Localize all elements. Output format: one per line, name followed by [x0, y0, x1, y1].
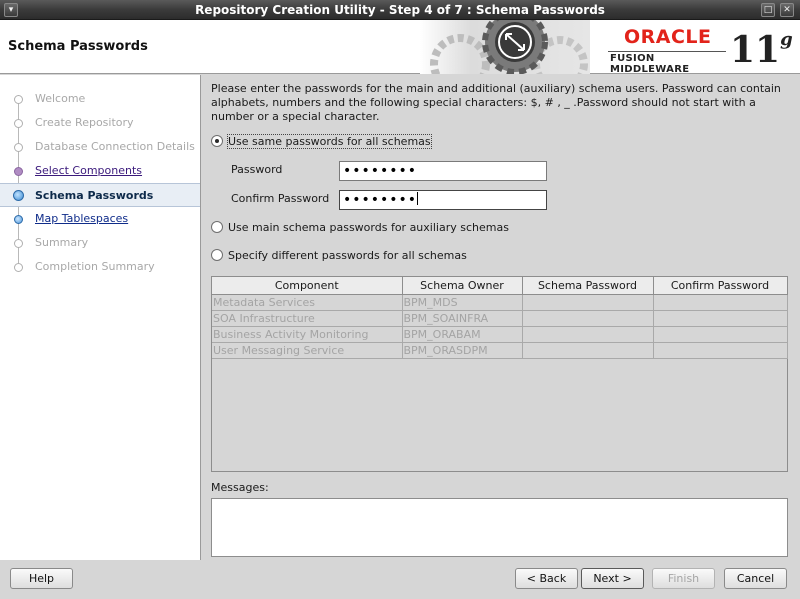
nav-step-map-tablespaces[interactable]: Map Tablespaces	[0, 207, 200, 231]
version-logo: 11g	[730, 29, 793, 71]
nav-step-create-repository: Create Repository	[0, 111, 200, 135]
cancel-button[interactable]: Cancel	[724, 568, 787, 589]
table-row: User Messaging Service BPM_ORASDPM	[212, 341, 788, 359]
instructions-text: Please enter the passwords for the main …	[211, 82, 781, 123]
help-button[interactable]: Help	[10, 568, 73, 589]
main-content: Please enter the passwords for the main …	[202, 75, 800, 560]
window-menu-icon[interactable]: ▾	[4, 3, 18, 17]
cell-schema-password	[521, 341, 654, 359]
back-button[interactable]: < Back	[515, 568, 578, 589]
column-header-schema-owner[interactable]: Schema Owner	[401, 277, 523, 295]
table-header-row: Component Schema Owner Schema Password C…	[212, 277, 788, 295]
radio-unselected-icon	[211, 221, 223, 233]
cell-component: SOA Infrastructure	[212, 309, 403, 327]
window-title: Repository Creation Utility - Step 4 of …	[195, 3, 605, 17]
nav-step-summary: Summary	[0, 231, 200, 255]
step-current-icon	[13, 190, 24, 201]
cell-confirm-password	[652, 325, 788, 343]
cell-confirm-password	[652, 341, 788, 359]
confirm-password-label: Confirm Password	[231, 192, 330, 205]
table-row: Metadata Services BPM_MDS	[212, 293, 788, 311]
radio-unselected-icon	[211, 249, 223, 261]
window-title-bar: Repository Creation Utility - Step 4 of …	[0, 0, 800, 20]
table-row: Business Activity Monitoring BPM_ORABAM	[212, 325, 788, 343]
radio-selected-icon	[211, 135, 223, 147]
oracle-brand: ORACLE	[624, 26, 712, 48]
step-indicator-icon	[14, 119, 23, 128]
nav-step-select-components[interactable]: Select Components	[0, 159, 200, 183]
gear-graphic-icon	[420, 20, 590, 74]
nav-step-completion-summary: Completion Summary	[0, 255, 200, 279]
cell-confirm-password	[652, 293, 788, 311]
cell-component: Business Activity Monitoring	[212, 325, 403, 343]
step-indicator-icon	[14, 215, 23, 224]
maximize-icon[interactable]: □	[761, 3, 775, 17]
messages-area[interactable]	[211, 498, 788, 557]
next-button[interactable]: Next >	[581, 568, 644, 589]
cell-confirm-password	[652, 309, 788, 327]
cell-component: Metadata Services	[212, 293, 403, 311]
step-indicator-icon	[14, 143, 23, 152]
radio-same-passwords[interactable]: Use same passwords for all schemas	[211, 134, 432, 150]
password-label: Password	[231, 163, 283, 176]
finish-button[interactable]: Finish	[652, 568, 715, 589]
page-title: Schema Passwords	[8, 39, 148, 54]
radio-main-schema-passwords[interactable]: Use main schema passwords for auxiliary …	[211, 220, 509, 236]
step-indicator-icon	[14, 95, 23, 104]
messages-label: Messages:	[211, 481, 269, 494]
cell-schema-owner: BPM_ORASDPM	[401, 341, 523, 359]
cell-schema-owner: BPM_MDS	[401, 293, 523, 311]
step-indicator-icon	[14, 239, 23, 248]
table-row: SOA Infrastructure BPM_SOAINFRA	[212, 309, 788, 327]
step-indicator-icon	[14, 167, 23, 176]
oracle-logo: ORACLE FUSION MIDDLEWARE	[608, 26, 726, 75]
confirm-password-input[interactable]: ••••••••	[339, 190, 547, 210]
cell-schema-owner: BPM_SOAINFRA	[401, 309, 523, 327]
cell-schema-password	[521, 325, 654, 343]
close-icon[interactable]: ✕	[780, 3, 794, 17]
cell-component: User Messaging Service	[212, 341, 403, 359]
nav-step-schema-passwords[interactable]: Schema Passwords	[0, 183, 200, 207]
product-name: FUSION MIDDLEWARE	[610, 53, 690, 75]
radio-different-passwords[interactable]: Specify different passwords for all sche…	[211, 248, 467, 264]
column-header-component[interactable]: Component	[212, 277, 403, 295]
column-header-schema-password[interactable]: Schema Password	[521, 277, 654, 295]
step-indicator-icon	[14, 263, 23, 272]
password-input[interactable]: ••••••••	[339, 161, 547, 181]
cell-schema-password	[521, 293, 654, 311]
nav-step-welcome: Welcome	[0, 87, 200, 111]
header-banner: Schema Passwords ORACLE FUSION MIDDLEWAR…	[0, 20, 800, 75]
schema-table: Component Schema Owner Schema Password C…	[211, 276, 788, 472]
cell-schema-password	[521, 309, 654, 327]
column-header-confirm-password[interactable]: Confirm Password	[652, 277, 788, 295]
nav-step-database-connection: Database Connection Details	[0, 135, 200, 159]
cell-schema-owner: BPM_ORABAM	[401, 325, 523, 343]
step-navigation: Welcome Create Repository Database Conne…	[0, 75, 201, 560]
